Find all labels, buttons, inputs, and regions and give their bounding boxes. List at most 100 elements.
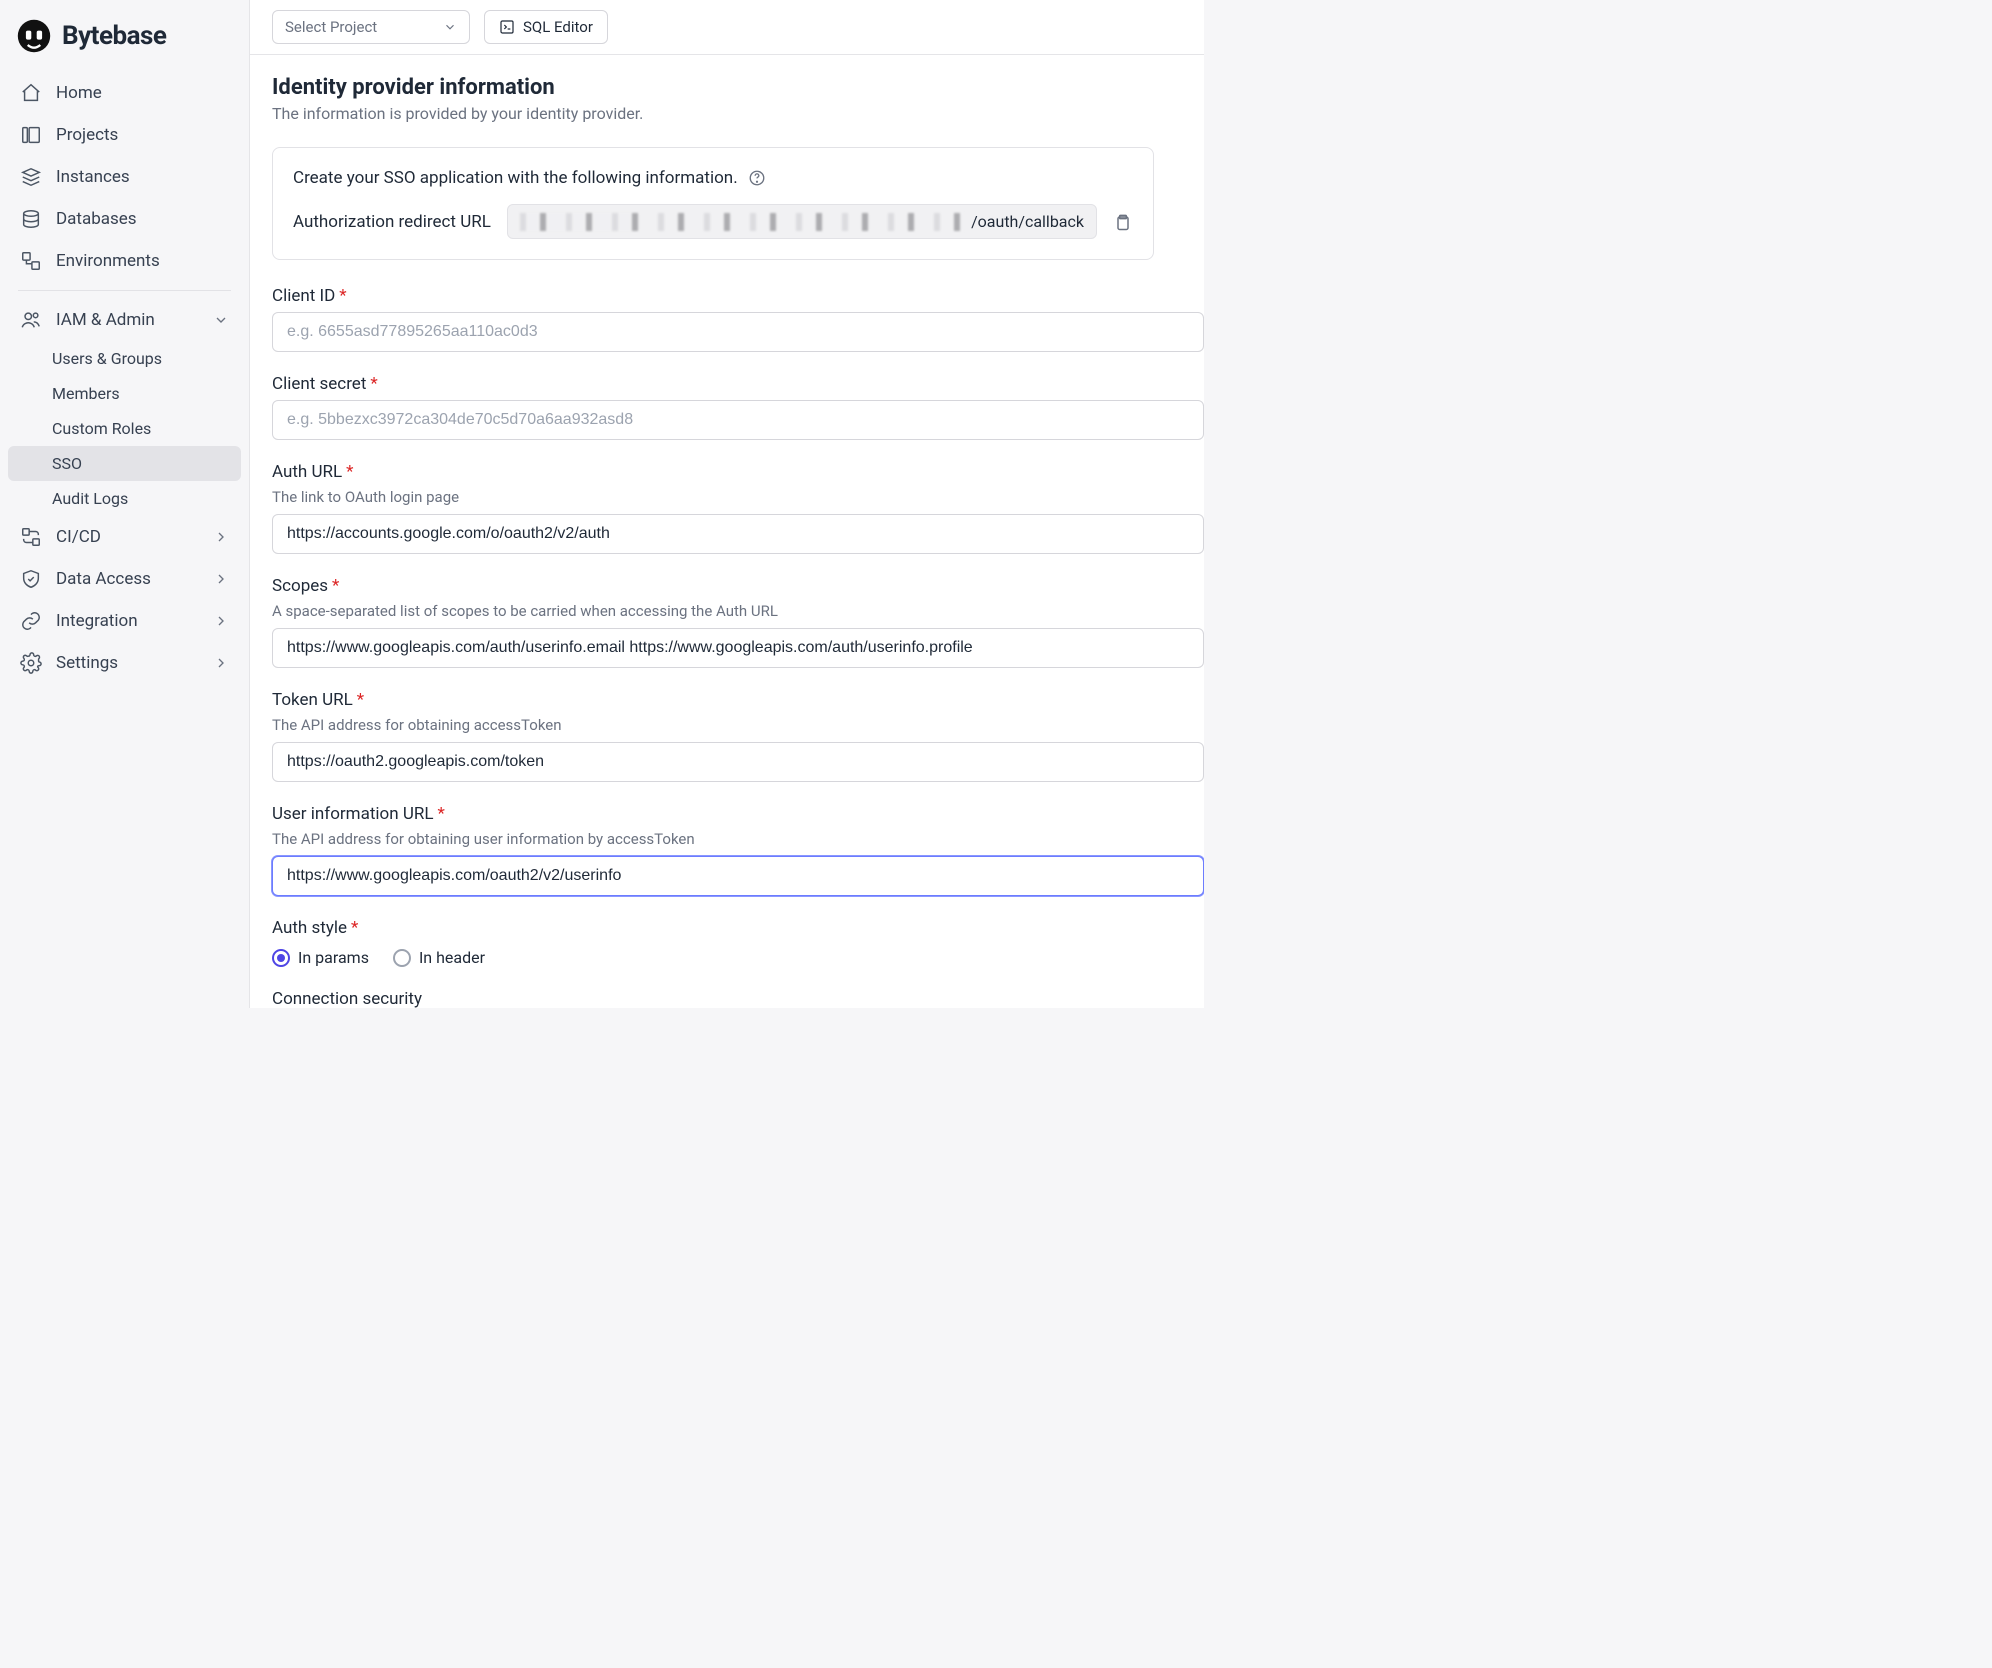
token-url-input[interactable] [272, 742, 1204, 782]
auth-style-option-label: In header [419, 948, 485, 967]
project-selector-placeholder: Select Project [285, 18, 377, 36]
sidebar-item-ci-cd[interactable]: CI/CD [8, 516, 241, 558]
sidebar-item-label: Home [56, 83, 102, 103]
client-id-input[interactable] [272, 312, 1204, 352]
field-auth-style: Auth style* In params In header [272, 918, 1204, 967]
field-user-info-url: User information URL* The API address fo… [272, 804, 1204, 896]
radio-icon [272, 949, 290, 967]
sidebar-item-label: IAM & Admin [56, 310, 155, 330]
sidebar-item-instances[interactable]: Instances [8, 156, 241, 198]
clipboard-icon[interactable] [1113, 212, 1133, 232]
cicd-icon [20, 526, 42, 548]
chevron-right-icon [213, 529, 229, 545]
sidebar-item-label: Databases [56, 209, 137, 229]
token-url-sub: The API address for obtaining accessToke… [272, 716, 1204, 734]
redirect-url-label: Authorization redirect URL [293, 212, 491, 232]
database-icon [20, 208, 42, 230]
required-marker: * [437, 804, 444, 824]
required-marker: * [357, 690, 364, 710]
connection-security-label: Connection security [272, 989, 422, 1008]
sidebar-sub-audit-logs[interactable]: Audit Logs [8, 481, 241, 516]
terminal-icon [499, 19, 515, 35]
sidebar-item-label: Data Access [56, 569, 151, 589]
client-secret-label: Client secret [272, 374, 366, 394]
field-auth-url: Auth URL* The link to OAuth login page [272, 462, 1204, 554]
users-icon [20, 309, 42, 331]
sidebar-item-label: Settings [56, 653, 118, 673]
sidebar-sub-custom-roles[interactable]: Custom Roles [8, 411, 241, 446]
brand-icon [16, 18, 52, 54]
sidebar-item-label: Projects [56, 125, 118, 145]
chevron-down-icon [443, 20, 457, 34]
user-info-url-input[interactable] [272, 856, 1204, 896]
sidebar-sub-users-groups[interactable]: Users & Groups [8, 341, 241, 376]
scopes-label: Scopes [272, 576, 328, 596]
radio-icon [393, 949, 411, 967]
required-marker: * [370, 374, 377, 394]
user-info-url-sub: The API address for obtaining user infor… [272, 830, 1204, 848]
auth-style-in-header[interactable]: In header [393, 948, 485, 967]
field-client-secret: Client secret* [272, 374, 1204, 440]
nav-separator [18, 290, 231, 291]
brand-name: Bytebase [62, 21, 166, 51]
scopes-sub: A space-separated list of scopes to be c… [272, 602, 1204, 620]
sidebar-item-iam-admin[interactable]: IAM & Admin [8, 299, 241, 341]
redirect-url-suffix: /oauth/callback [971, 212, 1084, 231]
auth-url-label: Auth URL [272, 462, 342, 482]
field-client-id: Client ID* [272, 286, 1204, 352]
info-head-text: Create your SSO application with the fol… [293, 168, 738, 188]
topbar: Select Project SQL Editor [250, 0, 1204, 55]
chevron-right-icon [213, 613, 229, 629]
required-marker: * [339, 286, 346, 306]
gear-icon [20, 652, 42, 674]
page-title: Identity provider information [272, 75, 1204, 100]
field-token-url: Token URL* The API address for obtaining… [272, 690, 1204, 782]
redacted-host [520, 213, 963, 231]
main: Select Project SQL Editor Identity provi… [250, 0, 1204, 1008]
auth-url-sub: The link to OAuth login page [272, 488, 1204, 506]
sidebar-item-projects[interactable]: Projects [8, 114, 241, 156]
instances-icon [20, 166, 42, 188]
auth-style-label: Auth style [272, 918, 347, 938]
sql-editor-label: SQL Editor [523, 18, 593, 36]
sidebar-item-label: CI/CD [56, 527, 101, 547]
shield-icon [20, 568, 42, 590]
sidebar-item-environments[interactable]: Environments [8, 240, 241, 282]
projects-icon [20, 124, 42, 146]
sidebar-item-home[interactable]: Home [8, 72, 241, 114]
chevron-down-icon [213, 312, 229, 328]
sidebar-item-settings[interactable]: Settings [8, 642, 241, 684]
sql-editor-button[interactable]: SQL Editor [484, 10, 608, 44]
auth-style-in-params[interactable]: In params [272, 948, 369, 967]
scopes-input[interactable] [272, 628, 1204, 668]
client-secret-input[interactable] [272, 400, 1204, 440]
content: Identity provider information The inform… [250, 55, 1204, 1008]
required-marker: * [346, 462, 353, 482]
sidebar-item-label: Instances [56, 167, 130, 187]
help-icon[interactable] [748, 169, 766, 187]
home-icon [20, 82, 42, 104]
environments-icon [20, 250, 42, 272]
page-subtitle: The information is provided by your iden… [272, 104, 1204, 123]
sidebar-item-integration[interactable]: Integration [8, 600, 241, 642]
project-selector[interactable]: Select Project [272, 10, 470, 44]
sidebar-sub-members[interactable]: Members [8, 376, 241, 411]
sidebar-sub-sso[interactable]: SSO [8, 446, 241, 481]
link-icon [20, 610, 42, 632]
sidebar-item-label: Environments [56, 251, 160, 271]
field-scopes: Scopes* A space-separated list of scopes… [272, 576, 1204, 668]
auth-url-input[interactable] [272, 514, 1204, 554]
token-url-label: Token URL [272, 690, 353, 710]
sidebar-item-data-access[interactable]: Data Access [8, 558, 241, 600]
sidebar-item-label: Integration [56, 611, 138, 631]
sso-info-box: Create your SSO application with the fol… [272, 147, 1154, 260]
field-connection-security: Connection security Skip TLS verify [272, 989, 1204, 1008]
required-marker: * [351, 918, 358, 938]
sidebar-item-databases[interactable]: Databases [8, 198, 241, 240]
chevron-right-icon [213, 655, 229, 671]
user-info-url-label: User information URL [272, 804, 433, 824]
auth-style-option-label: In params [298, 948, 369, 967]
redirect-url-value: /oauth/callback [507, 204, 1097, 239]
chevron-right-icon [213, 571, 229, 587]
logo[interactable]: Bytebase [8, 12, 241, 72]
